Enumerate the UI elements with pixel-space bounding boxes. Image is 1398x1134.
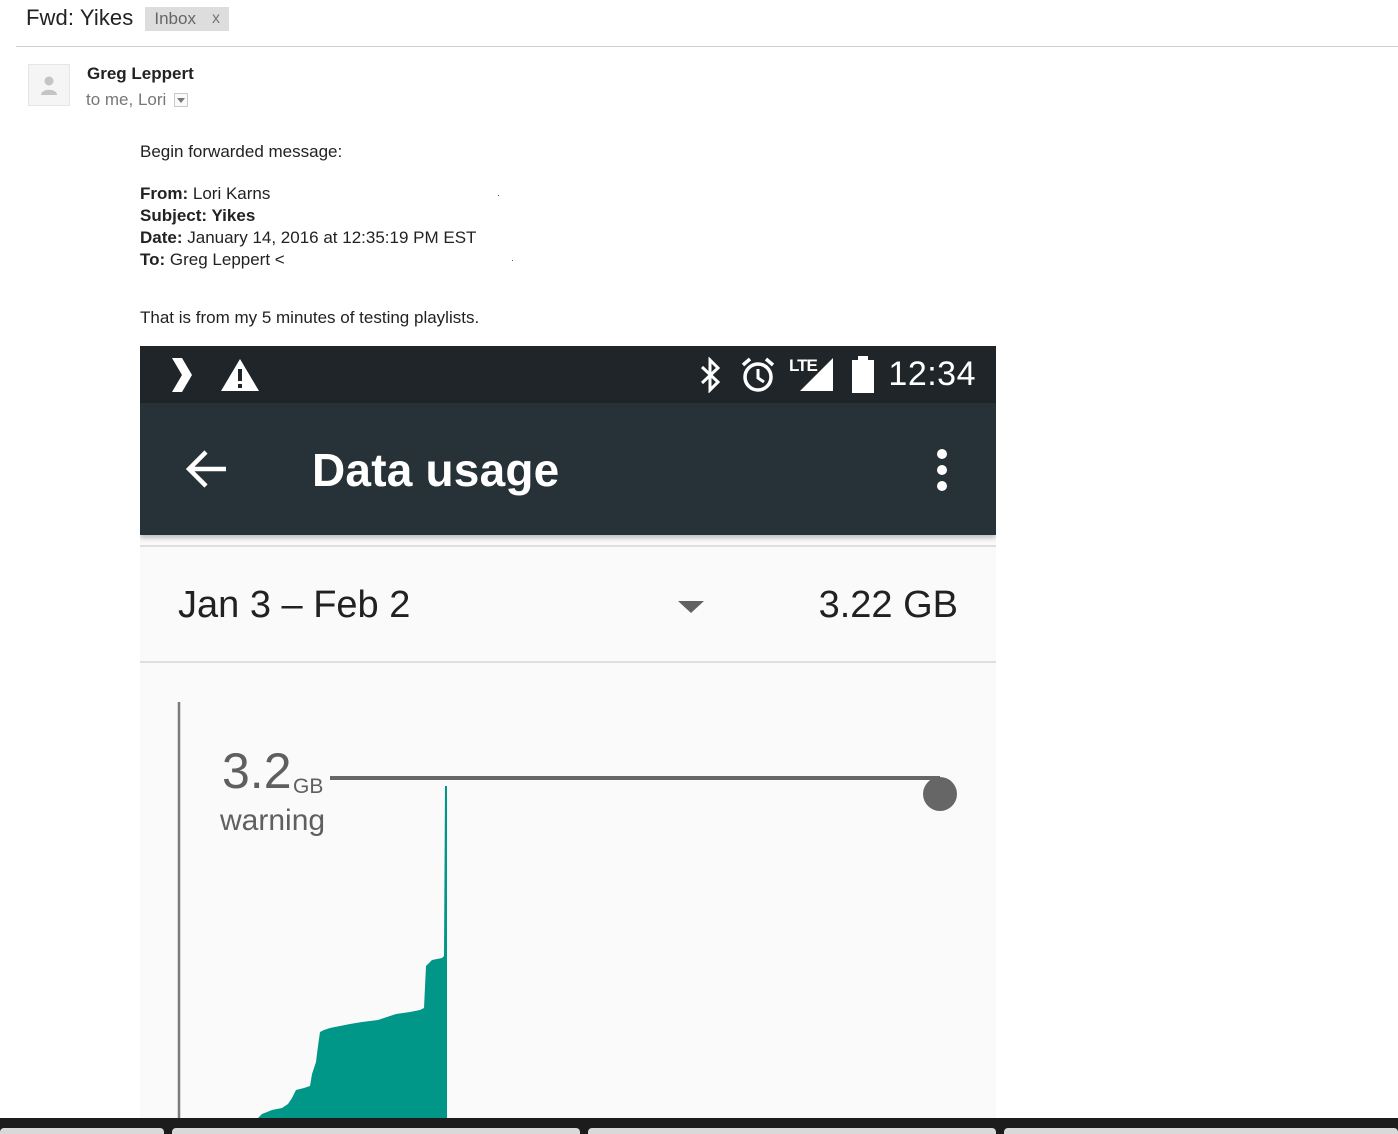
usage-chart [177, 702, 957, 1118]
subject-value: Yikes [207, 206, 256, 225]
redaction-mark [498, 195, 499, 196]
forward-subject: Subject: Yikes [140, 206, 255, 226]
avatar[interactable] [28, 64, 70, 106]
forward-to: To: Greg Leppert < [140, 250, 285, 270]
subject-divider [16, 46, 1398, 47]
remove-label-button[interactable]: x [212, 10, 220, 28]
from-value: Lori Karns [188, 184, 271, 203]
attached-screenshot: LTE 12:34 Data usage Jan 3 – Feb 2 3.22 … [140, 346, 996, 1118]
show-details-button[interactable] [174, 93, 189, 107]
warning-value: 3.2 [222, 743, 292, 799]
to-label: To: [140, 250, 166, 269]
to-value: Greg Leppert < [165, 250, 285, 269]
inbox-label[interactable]: Inbox x [145, 7, 229, 31]
forward-from: From: Lori Karns [140, 184, 270, 204]
sender-name[interactable]: Greg Leppert [87, 64, 194, 84]
recipients-text: to me, Lori [86, 90, 167, 109]
warning-unit: GB [293, 775, 324, 798]
recipients: to me, Lori [86, 90, 189, 110]
message-text: That is from my 5 minutes of testing pla… [140, 308, 480, 327]
dropdown-arrow-icon [177, 97, 186, 103]
inbox-label-text[interactable]: Inbox [154, 9, 196, 29]
date-value: January 14, 2016 at 12:35:19 PM EST [182, 228, 477, 247]
taskbar-item[interactable] [588, 1128, 996, 1134]
subject-label: Subject: [140, 206, 208, 225]
warning-label: warning [220, 804, 326, 837]
date-label: Date: [140, 228, 183, 247]
taskbar-item[interactable] [172, 1128, 580, 1134]
limit-drag-handle[interactable] [923, 777, 957, 811]
email-subject: Fwd: Yikes [26, 5, 134, 30]
person-icon [41, 76, 57, 95]
taskbar-item[interactable] [1004, 1128, 1398, 1134]
forward-date: Date: January 14, 2016 at 12:35:19 PM ES… [140, 228, 476, 248]
from-label: From: [140, 184, 189, 203]
subject-row: Fwd: Yikes Inbox x [26, 2, 229, 34]
taskbar [0, 1118, 1398, 1134]
redaction-mark [512, 260, 513, 261]
taskbar-item[interactable] [0, 1128, 164, 1134]
forward-intro: Begin forwarded message: [140, 142, 343, 161]
